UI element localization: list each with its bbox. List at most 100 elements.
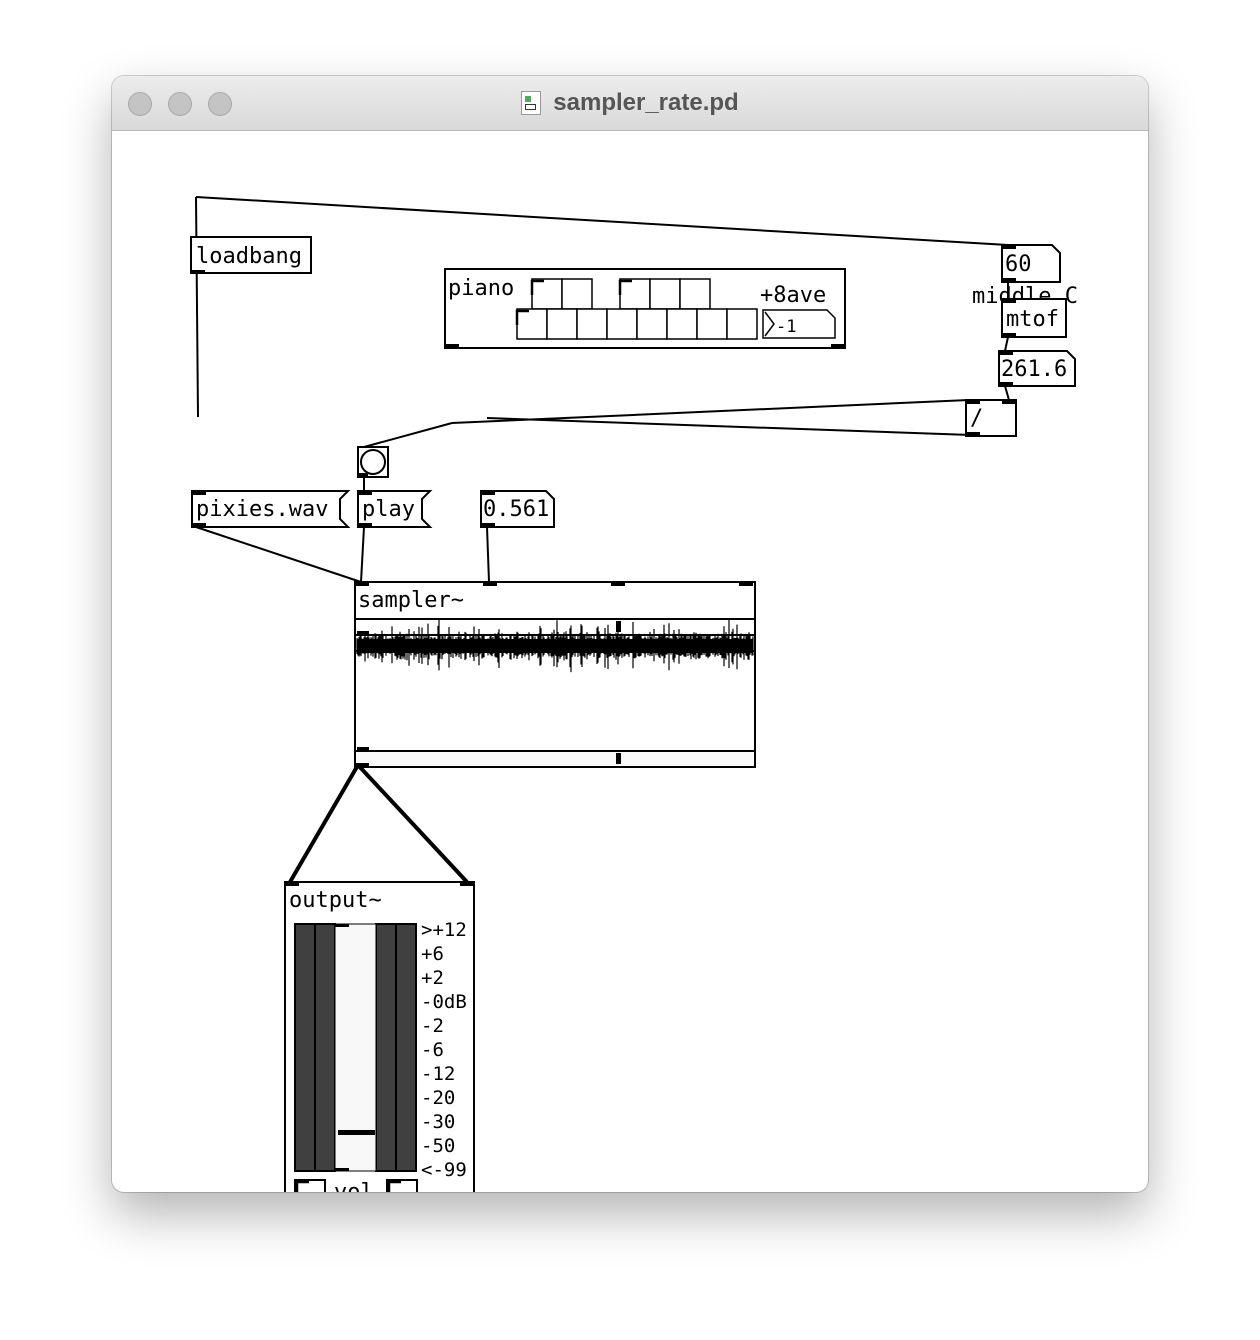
midi-note-outlet[interactable] xyxy=(1002,278,1016,282)
db-scale-label: -6 xyxy=(421,1039,444,1061)
piano-key[interactable] xyxy=(606,308,638,340)
mute-toggle[interactable] xyxy=(386,1179,418,1192)
output-abstraction[interactable]: output~ >+12 +6 +2 -0dB -2 -6 -12 -20 -3… xyxy=(284,881,475,1192)
sampler-label: sampler~ xyxy=(358,588,464,613)
title-bar: sampler_rate.pd xyxy=(112,76,1148,131)
vol-label: vol xyxy=(334,1180,374,1192)
mtof-object[interactable]: mtof xyxy=(1001,298,1067,338)
cord-freq-to-divide xyxy=(1004,385,1010,401)
output-label: output~ xyxy=(289,888,382,913)
patch-window: sampler_rate.pd loadbang middle C 60 mto… xyxy=(112,76,1148,1192)
piano-octave-number[interactable]: -1 xyxy=(762,309,836,339)
piano-octave-label: +8ave xyxy=(760,283,826,308)
cord-mtof-to-freq xyxy=(1004,336,1009,352)
file-message-outlet[interactable] xyxy=(192,523,206,527)
audio-cord-right xyxy=(356,763,469,884)
divide-outlet[interactable] xyxy=(966,432,980,436)
rec-toggle[interactable] xyxy=(294,1179,326,1192)
rate-number-box[interactable]: 0.561 xyxy=(480,490,555,528)
piano-key[interactable] xyxy=(696,308,728,340)
piano-key[interactable] xyxy=(561,278,593,310)
db-scale-label: -2 xyxy=(421,1015,444,1037)
piano-key[interactable] xyxy=(546,308,578,340)
volume-slider-marker xyxy=(335,924,349,927)
db-scale-label: >+12 xyxy=(421,919,467,941)
piano-key[interactable] xyxy=(666,308,698,340)
piano-key[interactable] xyxy=(531,278,563,310)
cord-rate-to-sampler xyxy=(486,526,490,583)
sampler-row-marker xyxy=(357,747,369,750)
db-scale-label: -30 xyxy=(421,1111,455,1133)
piano-white-keys xyxy=(515,308,758,340)
piano-abstraction[interactable]: piano +8ave -1 xyxy=(444,268,846,349)
bang-object[interactable] xyxy=(357,446,389,478)
cord-loadbang-to-60 xyxy=(195,196,1009,246)
db-scale-label: +2 xyxy=(421,967,444,989)
sampler-object[interactable]: sampler~ xyxy=(354,581,756,768)
sampler-inlet-2[interactable] xyxy=(483,582,497,586)
output-left-inlet[interactable] xyxy=(285,882,299,886)
divide-object[interactable]: / xyxy=(965,399,1017,437)
play-message-outlet[interactable] xyxy=(358,523,372,527)
volume-slider-marker xyxy=(335,1168,349,1171)
sampler-row-marker xyxy=(357,631,369,634)
rate-value: 0.561 xyxy=(483,497,549,522)
db-scale-label: -20 xyxy=(421,1087,455,1109)
sampler-inlet-3[interactable] xyxy=(611,582,625,586)
piano-key[interactable] xyxy=(649,278,681,310)
loadbang-label: loadbang xyxy=(196,244,302,269)
sampler-inlet-4[interactable] xyxy=(739,582,753,586)
pd-document-icon xyxy=(521,91,542,115)
divide-label: / xyxy=(970,406,983,431)
waveform-core xyxy=(357,639,753,653)
loadbang-outlet[interactable] xyxy=(191,270,205,274)
bang-outlet[interactable] xyxy=(358,473,368,477)
piano-key[interactable] xyxy=(726,308,758,340)
frequency-value: 261.6 xyxy=(1001,357,1067,382)
midi-note-inlet[interactable] xyxy=(1002,245,1016,249)
piano-key[interactable] xyxy=(576,308,608,340)
cord-play-to-sampler xyxy=(360,526,365,583)
volume-slider-handle[interactable] xyxy=(338,1130,375,1135)
play-message-inlet[interactable] xyxy=(358,491,372,495)
play-message-box[interactable]: play xyxy=(357,490,433,528)
sampler-outlet[interactable] xyxy=(355,763,369,767)
piano-right-outlet[interactable] xyxy=(831,344,845,348)
db-scale-label: <-99 xyxy=(421,1159,467,1181)
cord-piano-to-bang xyxy=(363,422,453,448)
cord-file-to-sampler xyxy=(195,526,362,583)
frequency-outlet[interactable] xyxy=(999,382,1013,386)
db-scale-label: -50 xyxy=(421,1135,455,1157)
piano-key[interactable] xyxy=(636,308,668,340)
window-title-area: sampler_rate.pd xyxy=(112,76,1148,130)
midi-note-number-box[interactable]: 60 xyxy=(1001,244,1061,283)
piano-left-outlet[interactable] xyxy=(445,344,459,348)
audio-cords xyxy=(288,763,469,884)
cord-divide-to-rate xyxy=(486,417,972,436)
sampler-slider-track xyxy=(357,752,753,765)
piano-black-keys xyxy=(530,278,711,310)
db-scale-label: -0dB xyxy=(421,991,467,1013)
patch-canvas[interactable]: loadbang middle C 60 mtof 261.6 / piano … xyxy=(112,131,1148,1192)
divide-right-inlet[interactable] xyxy=(1002,400,1016,404)
mtof-outlet[interactable] xyxy=(1002,333,1016,337)
rate-inlet[interactable] xyxy=(481,491,495,495)
file-message-label: pixies.wav xyxy=(196,497,328,522)
window-title: sampler_rate.pd xyxy=(553,89,739,116)
file-message-box[interactable]: pixies.wav xyxy=(191,490,351,528)
sampler-inlet-1[interactable] xyxy=(355,582,369,586)
sampler-slider-handle[interactable] xyxy=(616,753,621,764)
divide-left-inlet[interactable] xyxy=(966,400,980,404)
piano-key[interactable] xyxy=(619,278,651,310)
db-scale-label: +6 xyxy=(421,943,444,965)
mtof-label: mtof xyxy=(1006,307,1059,332)
output-right-inlet[interactable] xyxy=(460,882,474,886)
mtof-inlet[interactable] xyxy=(1002,299,1016,303)
frequency-number-box[interactable]: 261.6 xyxy=(998,350,1076,387)
piano-key[interactable] xyxy=(679,278,711,310)
loadbang-object[interactable]: loadbang xyxy=(190,236,312,274)
file-message-inlet[interactable] xyxy=(192,491,206,495)
piano-key[interactable] xyxy=(516,308,548,340)
rate-outlet[interactable] xyxy=(481,523,495,527)
frequency-inlet[interactable] xyxy=(999,351,1013,355)
